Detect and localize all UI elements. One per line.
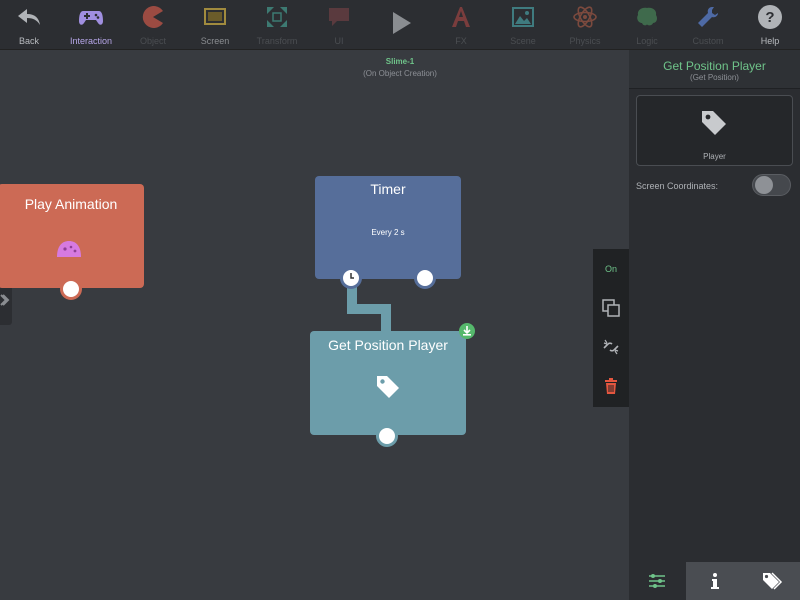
fx-icon — [452, 7, 470, 27]
play-animation-node[interactable]: Play Animation — [0, 184, 144, 300]
target-object-card[interactable]: Player — [636, 95, 793, 166]
output-port[interactable] — [414, 267, 436, 289]
object-name: Slime-1 — [385, 57, 415, 66]
tab-tags[interactable] — [743, 562, 800, 600]
trash-icon[interactable] — [601, 376, 621, 396]
toolbar-screen-button[interactable]: Screen — [183, 0, 247, 49]
timer-node[interactable]: Timer Every 2 s — [315, 176, 461, 289]
screen-coordinates-label: Screen Coordinates: — [636, 181, 719, 191]
toolbar-custom-button[interactable]: Custom — [676, 0, 740, 49]
top-toolbar: Back Interaction Object Screen Transform… — [0, 0, 800, 50]
landscape-icon — [512, 7, 534, 27]
toggle-knob — [755, 176, 773, 194]
speech-bubble-icon — [329, 8, 349, 26]
node-title: Timer — [370, 181, 406, 197]
panel-bottom-tabs — [629, 562, 800, 600]
panel-header: Get Position Player (Get Position) — [629, 50, 800, 89]
toolbar-ui-button[interactable]: UI — [307, 0, 371, 49]
timer-interval: Every 2 s — [371, 228, 405, 237]
tag-icon — [377, 376, 399, 398]
pacman-icon — [142, 6, 163, 29]
tab-parameters[interactable] — [629, 562, 686, 600]
get-position-node[interactable]: Get Position Player — [310, 323, 475, 447]
node-title: Play Animation — [24, 196, 118, 212]
toolbar-fx-button[interactable]: FX — [429, 0, 493, 49]
clock-icon — [350, 273, 354, 279]
output-port[interactable] — [376, 425, 398, 447]
toolbar-interaction-button[interactable]: Interaction — [59, 0, 123, 49]
panel-subtitle: (Get Position) — [690, 73, 739, 82]
tab-info[interactable] — [686, 562, 743, 600]
toolbar-physics-button[interactable]: Physics — [553, 0, 617, 49]
properties-panel: Get Position Player (Get Position) Playe… — [629, 50, 800, 600]
toolbar-back-button[interactable]: Back — [0, 0, 61, 49]
slime-icon — [57, 241, 81, 257]
object-event: (On Object Creation) — [363, 69, 437, 78]
toolbar-play-button[interactable] — [368, 0, 432, 49]
toolbar-logic-button[interactable]: Logic — [615, 0, 679, 49]
info-icon — [711, 573, 719, 589]
play-icon — [393, 12, 411, 34]
panel-title: Get Position Player — [663, 59, 766, 73]
timer-trigger-port[interactable] — [340, 267, 362, 289]
svg-text:?: ? — [765, 9, 774, 26]
toolbar-scene-button[interactable]: Scene — [491, 0, 555, 49]
on-toggle-button[interactable]: On — [593, 264, 629, 274]
back-arrow-icon — [18, 9, 40, 25]
sliders-icon — [649, 574, 665, 588]
target-object-label: Player — [703, 152, 726, 161]
wrench-icon — [698, 7, 718, 27]
node-connector — [381, 304, 391, 334]
toolbar-transform-button[interactable]: Transform — [245, 0, 309, 49]
gamepad-icon — [79, 11, 103, 25]
duplicate-icon[interactable] — [601, 298, 621, 318]
atom-icon — [573, 6, 597, 28]
toolbar-help-button[interactable]: ? Help — [738, 0, 800, 49]
node-title: Get Position Player — [328, 337, 448, 353]
download-badge-icon[interactable] — [458, 322, 476, 340]
output-port[interactable] — [60, 278, 82, 300]
toolbar-object-button[interactable]: Object — [121, 0, 185, 49]
node-tools-strip: On — [593, 249, 629, 407]
help-icon: ? — [758, 5, 782, 29]
transform-icon — [267, 7, 287, 27]
screen-coordinates-toggle[interactable] — [752, 174, 791, 196]
tag-icon — [702, 111, 726, 135]
tags-icon — [763, 572, 783, 590]
screen-icon — [204, 8, 226, 25]
brain-icon — [637, 7, 657, 26]
unlink-icon[interactable] — [601, 337, 621, 357]
